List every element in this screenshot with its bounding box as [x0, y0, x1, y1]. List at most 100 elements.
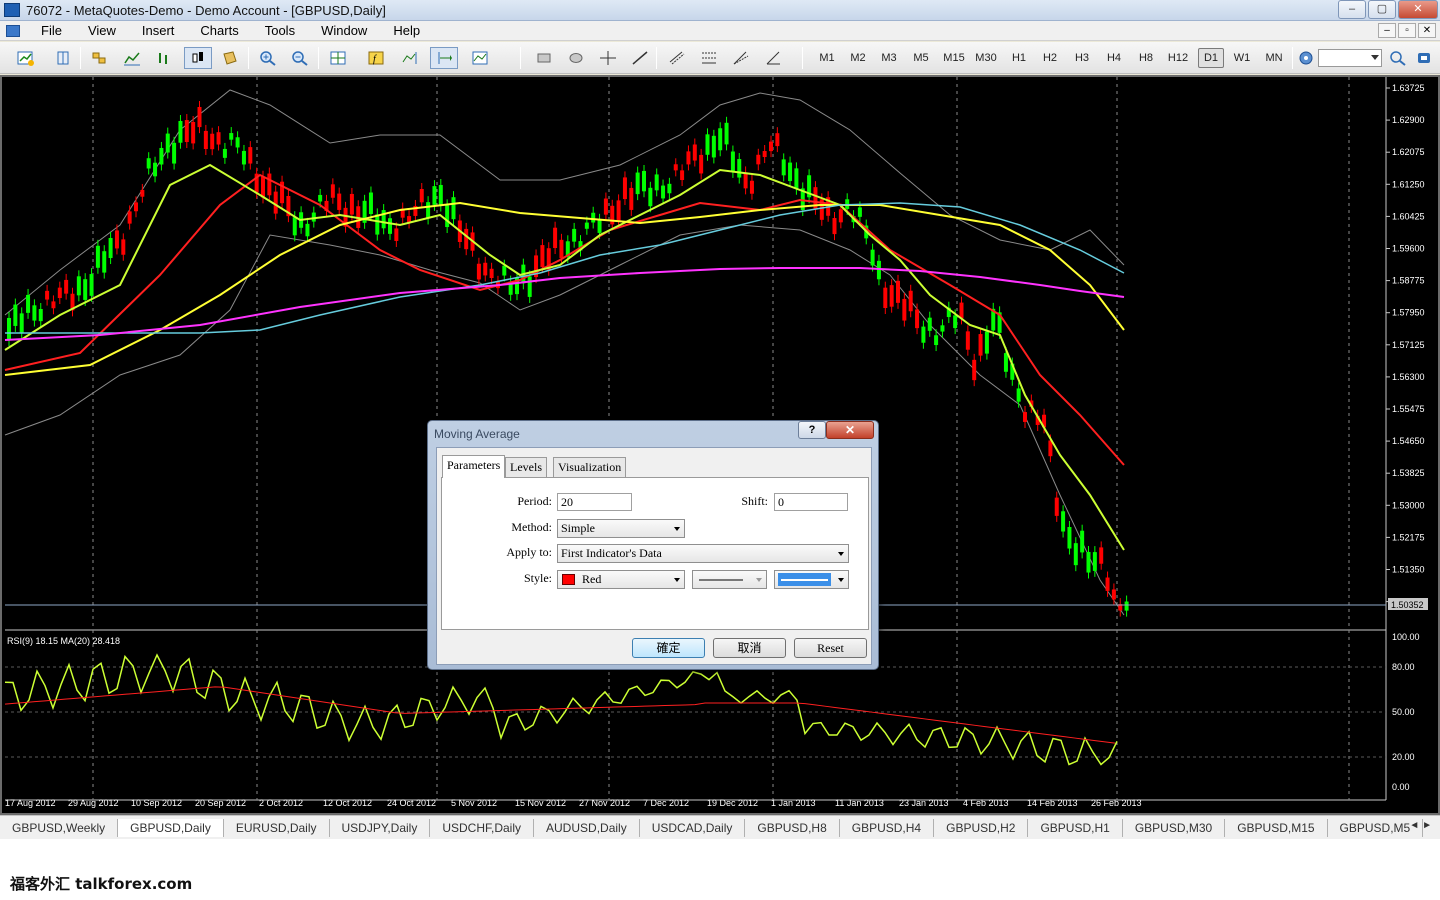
menu-tools[interactable]: Tools	[252, 21, 308, 41]
mdi-minimize-button[interactable]: –	[1378, 23, 1396, 38]
timeframe-h1[interactable]: H1	[1007, 48, 1031, 68]
rsi-level-label: 20.00	[1392, 752, 1415, 762]
zoom-in-button[interactable]	[256, 47, 280, 69]
options-button[interactable]	[1296, 47, 1316, 69]
candle-chart-button[interactable]	[184, 47, 212, 69]
auto-scroll-button[interactable]	[430, 47, 458, 69]
candle-body	[940, 325, 945, 332]
fibonacci-channel-button[interactable]	[666, 47, 688, 69]
ellipse-tool-button[interactable]	[566, 47, 586, 69]
menu-help[interactable]: Help	[380, 21, 433, 41]
tab-visualization[interactable]: Visualization	[553, 457, 627, 477]
date-label: 2 Oct 2012	[259, 798, 303, 808]
method-select[interactable]: Simple	[557, 519, 685, 538]
color-select[interactable]: Red	[557, 570, 685, 589]
timeframe-m30[interactable]: M30	[972, 48, 1000, 68]
ok-button[interactable]: 確定	[632, 638, 705, 658]
rectangle-tool-button[interactable]	[534, 47, 554, 69]
tab-gbpusd-h1[interactable]: GBPUSD,H1	[1028, 818, 1123, 837]
timeframe-h12[interactable]: H12	[1164, 48, 1192, 68]
candle-body	[775, 133, 780, 147]
tile-windows-button[interactable]	[326, 47, 350, 69]
tab-gbpusd-h4[interactable]: GBPUSD,H4	[840, 818, 935, 837]
chart-window-icon[interactable]	[6, 24, 20, 37]
candle-body	[959, 302, 964, 319]
templates-button[interactable]	[462, 47, 498, 69]
close-window-button[interactable]: ✕	[1398, 0, 1438, 19]
apply-to-select[interactable]: First Indicator's Data	[557, 544, 849, 563]
moving-average-dialog: Moving Average ? ✕ Parameters Levels Vis…	[427, 420, 879, 670]
tab-gbpusd-h2[interactable]: GBPUSD,H2	[934, 818, 1029, 837]
trendline-tool-button[interactable]	[630, 47, 650, 69]
fibonacci-retracement-button[interactable]	[698, 47, 720, 69]
menu-charts[interactable]: Charts	[187, 21, 251, 41]
menu-window[interactable]: Window	[308, 21, 380, 41]
tab-gbpusd-h8[interactable]: GBPUSD,H8	[745, 818, 840, 837]
chart-shift-button[interactable]	[398, 47, 422, 69]
tab-usdchf-daily[interactable]: USDCHF,Daily	[430, 818, 535, 837]
maximize-button[interactable]: ▢	[1368, 0, 1396, 19]
profiles-button[interactable]	[52, 47, 76, 69]
timeframe-h4[interactable]: H4	[1102, 48, 1126, 68]
timeframe-h8[interactable]: H8	[1134, 48, 1158, 68]
tab-levels[interactable]: Levels	[505, 457, 547, 477]
dialog-close-button[interactable]: ✕	[826, 421, 874, 439]
tab-gbpusd-m30[interactable]: GBPUSD,M30	[1123, 818, 1226, 837]
date-label: 26 Feb 2013	[1091, 798, 1142, 808]
shift-field[interactable]: 0	[774, 493, 848, 511]
tab-usdjpy-daily[interactable]: USDJPY,Daily	[330, 818, 431, 837]
candle-body	[216, 132, 221, 145]
tab-gbpusd-m15[interactable]: GBPUSD,M15	[1225, 818, 1328, 837]
period-field[interactable]: 20	[557, 493, 632, 511]
candle-body	[108, 237, 113, 259]
indicators-button[interactable]: f	[358, 47, 394, 69]
timeframe-d1[interactable]: D1	[1198, 48, 1224, 68]
fibonacci-fan-button[interactable]	[730, 47, 752, 69]
symbol-search-input[interactable]	[1318, 49, 1382, 67]
timeframe-m15[interactable]: M15	[940, 48, 968, 68]
gann-fan-button[interactable]	[762, 47, 784, 69]
cancel-button[interactable]: 取消	[713, 638, 786, 658]
tab-audusd-daily[interactable]: AUDUSD,Daily	[534, 818, 640, 837]
mdi-close-button[interactable]: ✕	[1418, 23, 1436, 38]
timeframe-mn[interactable]: MN	[1261, 48, 1287, 68]
menu-view[interactable]: View	[75, 21, 129, 41]
minimize-button[interactable]: –	[1338, 0, 1366, 19]
timeframe-w1[interactable]: W1	[1230, 48, 1254, 68]
search-button[interactable]	[1388, 47, 1408, 69]
tab-eurusd-daily[interactable]: EURUSD,Daily	[224, 818, 330, 837]
new-chart-button[interactable]	[8, 47, 44, 69]
candle-body	[667, 183, 672, 194]
crosshair-button[interactable]	[598, 47, 618, 69]
candle-body	[972, 359, 977, 381]
ellipse-icon	[569, 53, 583, 63]
menu-insert[interactable]: Insert	[129, 21, 188, 41]
timeframe-m2[interactable]: M2	[846, 48, 870, 68]
candle-body	[38, 309, 43, 322]
tab-parameters[interactable]: Parameters	[442, 455, 506, 478]
tab-gbpusd-weekly[interactable]: GBPUSD,Weekly	[0, 818, 119, 837]
tab-usdcad-daily[interactable]: USDCAD,Daily	[640, 818, 746, 837]
community-button[interactable]	[1414, 47, 1434, 69]
candle-body	[965, 331, 970, 350]
bar-chart-button[interactable]	[152, 47, 176, 69]
line-style-select[interactable]	[692, 570, 767, 589]
line-chart-button[interactable]	[120, 47, 144, 69]
timeframe-m3[interactable]: M3	[877, 48, 901, 68]
menu-file[interactable]: File	[28, 21, 75, 41]
reset-button[interactable]: Reset	[794, 638, 867, 658]
candle-body	[114, 230, 119, 249]
mdi-restore-button[interactable]: ▫	[1398, 23, 1416, 38]
candle-body	[165, 133, 170, 153]
tab-gbpusd-daily[interactable]: GBPUSD,Daily	[118, 818, 224, 837]
timeframe-h3[interactable]: H3	[1070, 48, 1094, 68]
auto-trading-button[interactable]	[218, 47, 242, 69]
help-button[interactable]: ?	[798, 421, 826, 439]
timeframe-m5[interactable]: M5	[909, 48, 933, 68]
tab-scroll-arrows[interactable]: ◄ ►	[1409, 820, 1432, 831]
timeframe-h2[interactable]: H2	[1038, 48, 1062, 68]
zoom-out-button[interactable]	[288, 47, 312, 69]
line-width-select[interactable]	[774, 570, 849, 589]
market-watch-button[interactable]	[88, 47, 112, 69]
timeframe-m1[interactable]: M1	[815, 48, 839, 68]
